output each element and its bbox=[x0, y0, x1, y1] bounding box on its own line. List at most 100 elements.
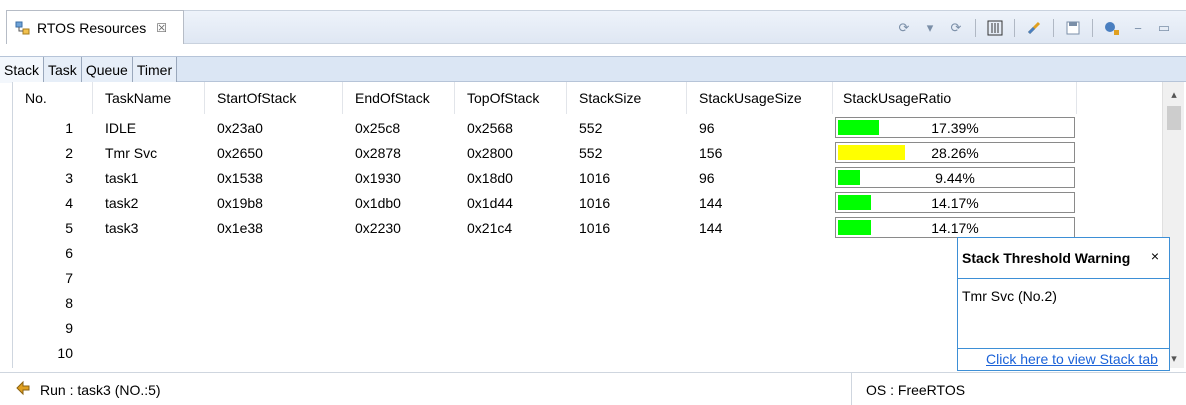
cell-startofstack: 0x2650 bbox=[217, 145, 263, 161]
column-header-stackusagesize[interactable]: StackUsageSize bbox=[687, 82, 833, 114]
chevron-up-icon[interactable]: ▴ bbox=[1163, 86, 1185, 102]
column-header-stacksize[interactable]: StackSize bbox=[567, 82, 687, 114]
close-icon[interactable]: × bbox=[1151, 248, 1159, 264]
popup-divider bbox=[958, 348, 1169, 349]
status-divider bbox=[851, 373, 852, 405]
cell-stacksize: 552 bbox=[579, 120, 603, 136]
table-row[interactable]: 2 Tmr Svc 0x2650 0x2878 0x2800 552 156 28.26% bbox=[13, 141, 1163, 165]
view-tab-rtos-resources[interactable]: RTOS Resources ☒ bbox=[6, 10, 184, 44]
cell-startofstack: 0x1538 bbox=[217, 170, 263, 186]
table-row[interactable]: 1 IDLE 0x23a0 0x25c8 0x2568 552 96 17.39% bbox=[13, 116, 1163, 140]
cell-startofstack: 0x23a0 bbox=[217, 120, 263, 136]
cell-no: 2 bbox=[65, 145, 73, 161]
run-status-text: Run : task3 (NO.:5) bbox=[40, 381, 161, 398]
subtab-task[interactable]: Task bbox=[44, 57, 82, 83]
cell-no: 1 bbox=[65, 120, 73, 136]
run-status: Run : task3 (NO.:5) bbox=[14, 373, 161, 405]
cell-stackusageratio: 17.39% bbox=[931, 119, 979, 136]
cell-stackusageratio: 14.17% bbox=[931, 194, 979, 211]
cell-stackusageratio: 14.17% bbox=[931, 219, 979, 236]
cell-no: 3 bbox=[65, 170, 73, 186]
toolbar-separator bbox=[975, 19, 976, 37]
column-header-endofstack[interactable]: EndOfStack bbox=[343, 82, 455, 114]
stack-usage-ratio-bar: 17.39% bbox=[835, 117, 1075, 138]
columns-icon[interactable] bbox=[985, 18, 1005, 38]
toolbar-separator bbox=[1053, 19, 1054, 37]
stack-threshold-warning-popup: Stack Threshold Warning × Tmr Svc (No.2)… bbox=[957, 237, 1170, 371]
toolbar-separator bbox=[1014, 19, 1015, 37]
cell-stackusagesize: 96 bbox=[699, 170, 715, 186]
close-icon[interactable]: ☒ bbox=[156, 21, 167, 35]
refresh-settings-icon[interactable]: ⟳ bbox=[894, 18, 914, 38]
table-row[interactable]: 4 task2 0x19b8 0x1db0 0x1d44 1016 144 14.17% bbox=[13, 191, 1163, 215]
cell-stackusagesize: 156 bbox=[699, 145, 723, 161]
column-header-startofstack[interactable]: StartOfStack bbox=[205, 82, 343, 114]
cell-startofstack: 0x19b8 bbox=[217, 195, 263, 211]
cell-no: 4 bbox=[65, 195, 73, 211]
run-icon bbox=[14, 379, 32, 400]
stack-usage-ratio-bar: 28.26% bbox=[835, 142, 1075, 163]
stack-usage-ratio-bar: 14.17% bbox=[835, 217, 1075, 238]
maximize-icon[interactable]: ▭ bbox=[1154, 18, 1174, 38]
minimize-icon[interactable]: − bbox=[1128, 18, 1148, 38]
save-icon[interactable] bbox=[1063, 18, 1083, 38]
column-header-no[interactable]: No. bbox=[13, 82, 93, 114]
cell-stackusageratio: 9.44% bbox=[935, 169, 975, 186]
stack-usage-ratio-bar: 14.17% bbox=[835, 192, 1075, 213]
popup-divider bbox=[958, 278, 1169, 279]
column-header-stackusageratio[interactable]: StackUsageRatio bbox=[833, 82, 1077, 114]
status-bar: Run : task3 (NO.:5) OS : FreeRTOS bbox=[0, 372, 1186, 405]
view-stack-tab-link[interactable]: Click here to view Stack tab bbox=[986, 351, 1158, 367]
cell-stackusagesize: 144 bbox=[699, 220, 723, 236]
stack-usage-ratio-bar: 9.44% bbox=[835, 167, 1075, 188]
dropdown-icon[interactable]: ▾ bbox=[920, 18, 940, 38]
subtab-stack[interactable]: Stack bbox=[0, 57, 45, 83]
cell-endofstack: 0x2878 bbox=[355, 145, 401, 161]
subtab-timer[interactable]: Timer bbox=[132, 57, 178, 83]
popup-message: Tmr Svc (No.2) bbox=[962, 288, 1057, 304]
cell-topofstack: 0x2800 bbox=[467, 145, 513, 161]
cell-topofstack: 0x18d0 bbox=[467, 170, 513, 186]
cell-endofstack: 0x25c8 bbox=[355, 120, 401, 136]
cell-topofstack: 0x21c4 bbox=[467, 220, 513, 236]
cell-taskname: task3 bbox=[105, 220, 139, 236]
cell-no: 10 bbox=[57, 345, 73, 361]
column-header-taskname[interactable]: TaskName bbox=[93, 82, 205, 114]
cell-stacksize: 552 bbox=[579, 145, 603, 161]
cell-topofstack: 0x1d44 bbox=[467, 195, 513, 211]
cell-endofstack: 0x1db0 bbox=[355, 195, 401, 211]
cell-no: 5 bbox=[65, 220, 73, 236]
table-row[interactable]: 3 task1 0x1538 0x1930 0x18d0 1016 96 9.44% bbox=[13, 166, 1163, 190]
settings-icon[interactable] bbox=[1102, 18, 1122, 38]
refresh-icon[interactable]: ⟳ bbox=[946, 18, 966, 38]
popup-title: Stack Threshold Warning bbox=[962, 250, 1131, 266]
cell-taskname: Tmr Svc bbox=[105, 145, 158, 161]
view-header: RTOS Resources ☒ ⟳ ▾ ⟳ − ▭ bbox=[0, 0, 1186, 44]
cell-startofstack: 0x1e38 bbox=[217, 220, 263, 236]
cell-stacksize: 1016 bbox=[579, 220, 611, 236]
cell-endofstack: 0x2230 bbox=[355, 220, 401, 236]
view-tab-label: RTOS Resources bbox=[37, 19, 147, 36]
rtos-resources-icon bbox=[15, 20, 31, 36]
cell-topofstack: 0x2568 bbox=[467, 120, 513, 136]
table-header: No. TaskName StartOfStack EndOfStack Top… bbox=[13, 82, 1163, 114]
column-header-topofstack[interactable]: TopOfStack bbox=[455, 82, 567, 114]
cell-stacksize: 1016 bbox=[579, 170, 611, 186]
os-status-text: OS : FreeRTOS bbox=[866, 381, 966, 398]
cell-no: 6 bbox=[65, 245, 73, 261]
link-icon[interactable] bbox=[1024, 18, 1044, 38]
cell-no: 7 bbox=[65, 270, 73, 286]
resource-subtabs: Stack Task Queue Timer bbox=[0, 56, 1186, 83]
cell-stackusagesize: 96 bbox=[699, 120, 715, 136]
cell-no: 9 bbox=[65, 320, 73, 336]
scrollbar-thumb[interactable] bbox=[1167, 106, 1181, 130]
cell-taskname: task1 bbox=[105, 170, 139, 186]
cell-taskname: task2 bbox=[105, 195, 139, 211]
subtab-queue[interactable]: Queue bbox=[81, 57, 133, 83]
cell-no: 8 bbox=[65, 295, 73, 311]
cell-taskname: IDLE bbox=[105, 120, 137, 136]
cell-endofstack: 0x1930 bbox=[355, 170, 401, 186]
cell-stacksize: 1016 bbox=[579, 195, 611, 211]
cell-stackusageratio: 28.26% bbox=[931, 144, 979, 161]
toolbar-separator bbox=[1092, 19, 1093, 37]
